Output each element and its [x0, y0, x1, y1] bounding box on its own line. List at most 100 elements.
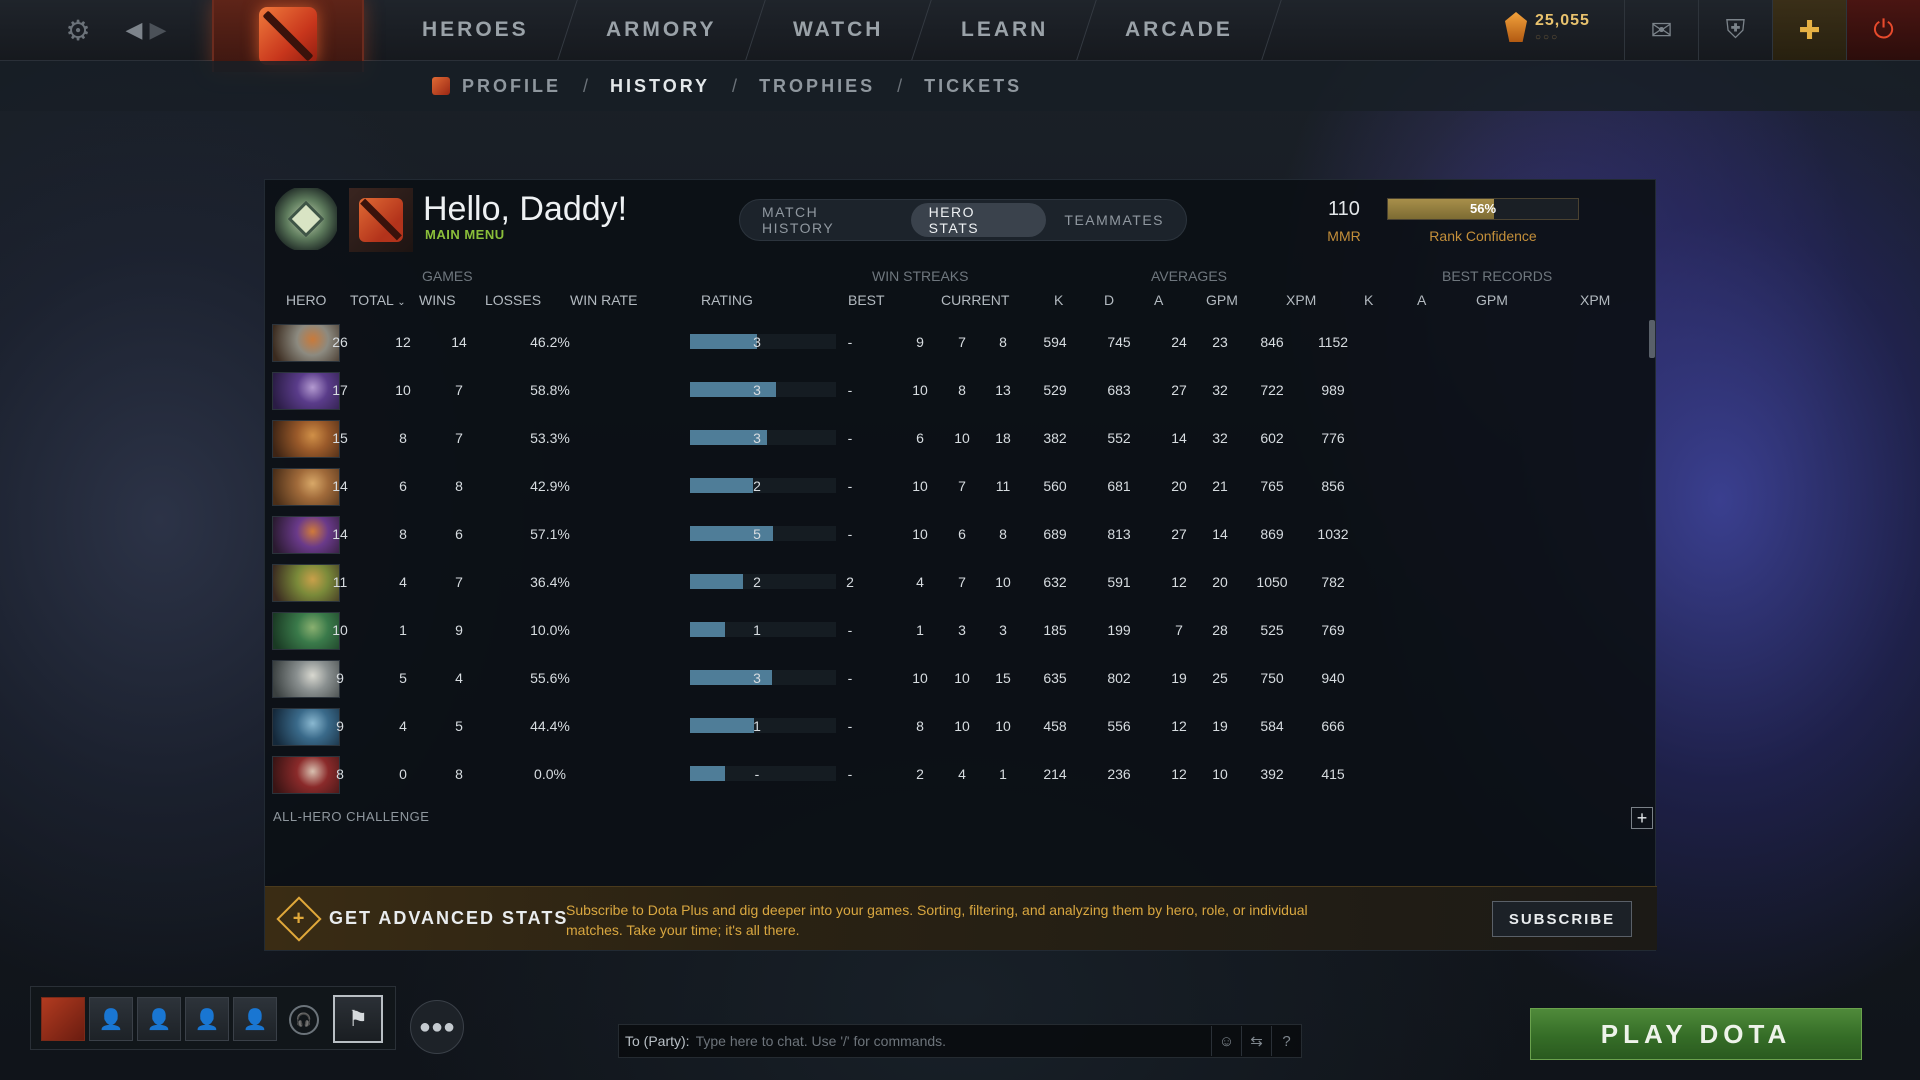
table-row[interactable]: 17 10 7 58.8% 3 - 10 8 13 529 683 27 32 722 989: [265, 366, 1657, 414]
tab-teammates[interactable]: TEAMMATES: [1046, 203, 1182, 237]
cell-avg-gpm: 529: [1043, 382, 1067, 398]
all-hero-challenge-label[interactable]: ALL-HERO CHALLENGE: [273, 809, 429, 824]
armory-shield-icon[interactable]: ⛨: [1698, 0, 1772, 60]
col-total[interactable]: TOTAL ⌄: [350, 292, 406, 308]
chat-wheel-icon[interactable]: ⇆: [1241, 1026, 1271, 1056]
col-current-streak[interactable]: CURRENT: [941, 292, 1009, 308]
chat-input[interactable]: [695, 1027, 1211, 1055]
subnav-profile[interactable]: PROFILE: [462, 76, 561, 97]
advanced-stats-title: GET ADVANCED STATS: [329, 908, 569, 928]
power-icon[interactable]: ⏻: [1846, 0, 1920, 60]
cell-avg-gpm: 594: [1043, 334, 1067, 350]
col-best-gpm[interactable]: GPM: [1476, 292, 1508, 308]
party-slot-empty[interactable]: 👤: [137, 997, 181, 1041]
subscribe-button[interactable]: SUBSCRIBE: [1492, 901, 1632, 937]
emoticon-icon[interactable]: ☺: [1211, 1026, 1241, 1056]
voice-chat-icon[interactable]: 🎧: [289, 1005, 319, 1035]
cell-avg-assists: 1: [999, 766, 1007, 782]
cell-avg-gpm: 635: [1043, 670, 1067, 686]
cell-avg-gpm: 382: [1043, 430, 1067, 446]
col-avg-deaths[interactable]: D: [1104, 292, 1114, 308]
cell-total: 14: [332, 526, 348, 542]
forward-arrow-icon[interactable]: ▶: [146, 14, 170, 46]
cell-win-rate: 36.4%: [530, 574, 570, 590]
col-avg-assists[interactable]: A: [1154, 292, 1163, 308]
col-avg-kills[interactable]: K: [1054, 292, 1063, 308]
table-row[interactable]: 9 4 5 44.4% 1 - 8 10 10 458 556 12 19 584 666: [265, 702, 1657, 750]
cell-wins: 0: [399, 766, 407, 782]
col-wins[interactable]: WINS: [419, 292, 456, 308]
col-losses[interactable]: LOSSES: [485, 292, 541, 308]
table-row[interactable]: 10 1 9 10.0% 1 - 1 3 3 185 199 7 28 525 769: [265, 606, 1657, 654]
party-slot-empty[interactable]: 👤: [233, 997, 277, 1041]
table-row[interactable]: 11 4 7 36.4% 2 2 4 7 10 632 591 12 20 1050 782: [265, 558, 1657, 606]
cell-avg-assists: 15: [995, 670, 1011, 686]
cell-best-kills: 12: [1171, 718, 1187, 734]
nav-watch[interactable]: WATCH: [745, 0, 933, 60]
table-scrollbar[interactable]: [1649, 320, 1655, 358]
col-best-assists[interactable]: A: [1417, 292, 1426, 308]
help-icon[interactable]: ?: [1271, 1026, 1301, 1056]
table-row[interactable]: 15 8 7 53.3% 3 - 6 10 18 382 552 14 32 602 776: [265, 414, 1657, 462]
party-slot-empty[interactable]: 👤: [89, 997, 133, 1041]
table-row[interactable]: 26 12 14 46.2% 3 - 9 7 8 594 745 24 23 846 1152: [265, 318, 1657, 366]
rank-medal-icon[interactable]: [275, 188, 337, 250]
cell-best-kills: 14: [1171, 430, 1187, 446]
cell-wins: 5: [399, 670, 407, 686]
friends-list-button[interactable]: ●●●: [410, 1000, 464, 1054]
nav-arcade[interactable]: ARCADE: [1077, 0, 1282, 60]
cell-total: 11: [332, 574, 348, 590]
group-best-records: BEST RECORDS: [1442, 268, 1553, 284]
subnav-trophies[interactable]: TROPHIES: [759, 76, 875, 97]
cell-avg-assists: 8: [999, 526, 1007, 542]
cell-losses: 8: [455, 478, 463, 494]
nav-heroes[interactable]: HEROES: [374, 0, 578, 60]
tab-hero-stats[interactable]: HERO STATS: [910, 203, 1047, 237]
cell-best-streak: 3: [753, 670, 761, 686]
table-row[interactable]: 14 8 6 57.1% 5 - 10 6 8 689 813 27 14 869 1032: [265, 510, 1657, 558]
cell-avg-assists: 3: [999, 622, 1007, 638]
back-arrow-icon[interactable]: ◀: [122, 14, 146, 46]
cell-avg-kills: 10: [912, 526, 928, 542]
col-avg-gpm[interactable]: GPM: [1206, 292, 1238, 308]
shards-counter[interactable]: 25,055 ○○○: [1505, 12, 1590, 43]
col-best-xpm[interactable]: XPM: [1580, 292, 1610, 308]
tab-match-history[interactable]: MATCH HISTORY: [744, 203, 911, 237]
subnav-tickets[interactable]: TICKETS: [924, 76, 1022, 97]
cell-best-kills: 12: [1171, 574, 1187, 590]
col-avg-xpm[interactable]: XPM: [1286, 292, 1316, 308]
cell-losses: 7: [455, 574, 463, 590]
table-row[interactable]: 14 6 8 42.9% 2 - 10 7 11 560 681 20 21 765 856: [265, 462, 1657, 510]
cell-avg-kills: 10: [912, 382, 928, 398]
main-menu-link[interactable]: MAIN MENU: [425, 227, 505, 242]
mail-icon[interactable]: ✉: [1624, 0, 1698, 60]
cell-avg-kills: 10: [912, 670, 928, 686]
cell-avg-xpm: 199: [1107, 622, 1131, 638]
nav-armory[interactable]: ARMORY: [557, 0, 765, 60]
col-win-rate[interactable]: WIN RATE: [570, 292, 637, 308]
cell-best-streak: 1: [753, 622, 761, 638]
party-slot-empty[interactable]: 👤: [185, 997, 229, 1041]
col-best-kills[interactable]: K: [1364, 292, 1373, 308]
play-dota-button[interactable]: PLAY DOTA: [1530, 1008, 1862, 1060]
cell-best-assists: 23: [1212, 334, 1228, 350]
party-slot-self[interactable]: [41, 997, 85, 1041]
cell-total: 26: [332, 334, 348, 350]
dota-plus-icon[interactable]: ✚: [1772, 0, 1846, 60]
avatar[interactable]: [349, 188, 413, 252]
expand-plus-button[interactable]: +: [1631, 807, 1653, 829]
settings-gear-icon[interactable]: ⚙: [60, 12, 96, 48]
col-best-streak[interactable]: BEST: [848, 292, 885, 308]
dota-plus-badge-icon: +: [276, 896, 322, 942]
col-rating[interactable]: RATING: [701, 292, 753, 308]
nav-learn[interactable]: LEARN: [912, 0, 1097, 60]
battle-flag-icon[interactable]: ⚑: [333, 995, 383, 1043]
cell-win-rate: 58.8%: [530, 382, 570, 398]
cell-wins: 4: [399, 718, 407, 734]
subnav-history[interactable]: HISTORY: [610, 76, 710, 97]
cell-wins: 8: [399, 526, 407, 542]
table-row[interactable]: 9 5 4 55.6% 3 - 10 10 15 635 802 19 25 750 940: [265, 654, 1657, 702]
chat-channel-label[interactable]: To (Party):: [625, 1033, 690, 1049]
col-hero[interactable]: HERO: [286, 292, 326, 308]
table-row[interactable]: 8 0 8 0.0% - - 2 4 1 214 236 12 10 392 415: [265, 750, 1657, 798]
